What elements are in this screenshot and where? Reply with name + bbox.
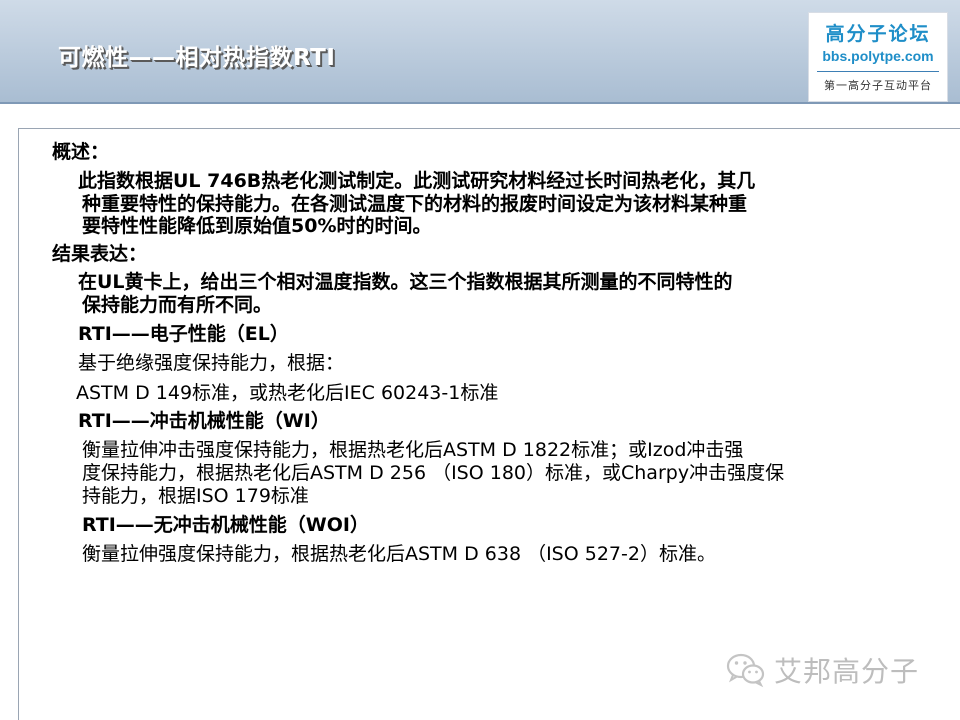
section-heading-overview: 概述： [52,141,110,163]
rti-el-basis: 基于绝缘强度保持能力，根据： [78,352,345,374]
logo-slogan: 第一高分子互动平台 [824,79,932,92]
wechat-icon [726,653,765,688]
logo-name: 高分子论坛 [825,23,931,45]
rti-wi-line-2: 度保持能力，根据热老化后ASTM D 256 （ISO 180）标准，或Char… [82,462,785,484]
overview-line-3: 要特性性能降低到原始值50%时的时间。 [82,215,432,237]
rti-el-standard: ASTM D 149标准，或热老化后IEC 60243-1标准 [76,382,499,404]
logo-divider [817,71,939,72]
rti-wi-heading: RTI——冲击机械性能（WI） [78,410,330,432]
results-line-2: 保持能力而有所不同。 [82,294,273,316]
forum-logo: 高分子论坛 bbs.polytpe.com 第一高分子互动平台 [808,12,948,102]
logo-url: bbs.polytpe.com [822,48,934,64]
title-bar: 可燃性——相对热指数RTI 高分子论坛 bbs.polytpe.com 第一高分… [0,0,960,104]
rti-wi-line-1: 衡量拉伸冲击强度保持能力，根据热老化后ASTM D 1822标准；或Izod冲击… [82,439,744,461]
watermark: 艾邦高分子 [726,648,919,692]
overview-line-1: 此指数根据UL 746B热老化测试制定。此测试研究材料经过长时间热老化，其几 [78,170,756,192]
slide-title: 可燃性——相对热指数RTI [58,45,336,71]
rti-woi-heading: RTI——无冲击机械性能（WOI） [82,514,369,536]
overview-line-2: 种重要特性的保持能力。在各测试温度下的材料的报废时间设定为该材料某种重 [82,193,748,215]
rti-wi-line-3: 持能力，根据ISO 179标准 [82,485,309,507]
rti-el-heading: RTI——电子性能（EL） [78,323,289,345]
results-line-1: 在UL黄卡上，给出三个相对温度指数。这三个指数根据其所测量的不同特性的 [78,271,733,293]
watermark-text: 艾邦高分子 [774,655,920,688]
rti-woi-line-1: 衡量拉伸强度保持能力，根据热老化后ASTM D 638 （ISO 527-2）标… [82,543,716,565]
section-heading-results: 结果表达： [52,243,148,265]
